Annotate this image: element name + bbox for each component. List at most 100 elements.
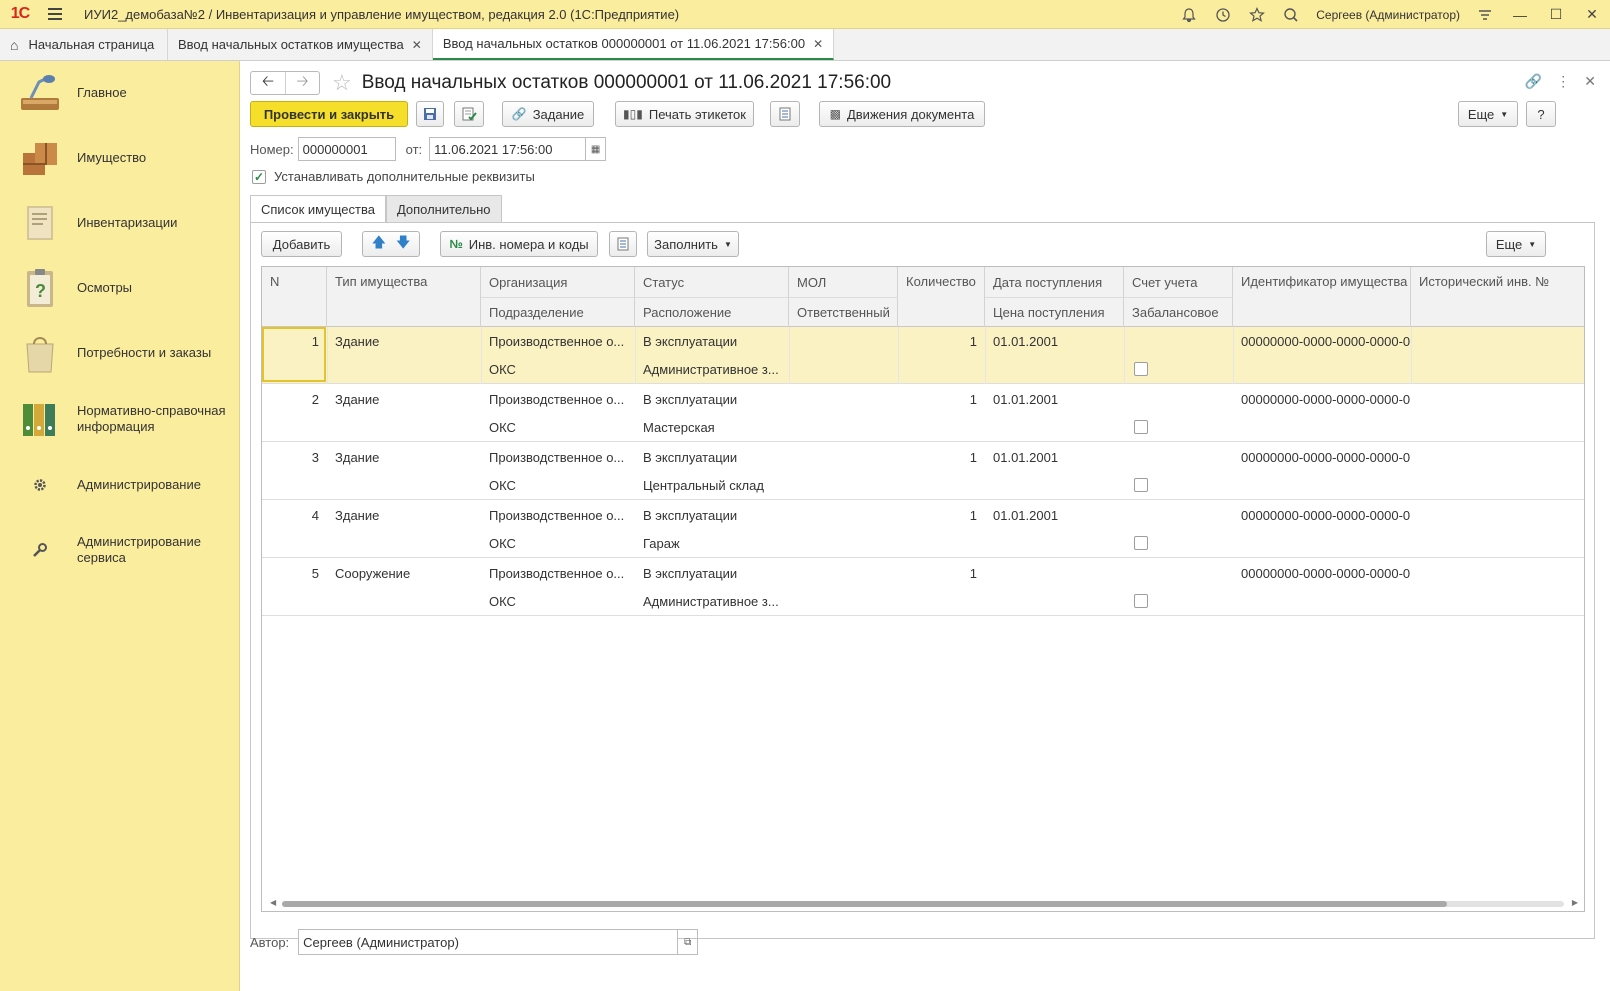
column-header-type[interactable]: Тип имущества <box>327 267 481 327</box>
column-header-quantity[interactable]: Количество <box>898 267 985 327</box>
column-header-status[interactable]: Статус <box>635 267 789 297</box>
additional-attributes-checkbox-row: ✓ Устанавливать дополнительные реквизиты <box>252 169 535 184</box>
post-button[interactable] <box>454 101 484 127</box>
column-header-n[interactable]: N <box>262 267 327 327</box>
forward-arrow-icon[interactable]: 🡢 <box>285 72 319 94</box>
author-field[interactable]: Сергеев (Администратор) <box>298 929 679 955</box>
tab-initial-balances-document[interactable]: Ввод начальных остатков 000000001 от 11.… <box>432 29 835 60</box>
cell-status: В эксплуатации <box>643 565 738 581</box>
document-movements-button[interactable]: ▩ Движения документа <box>819 101 985 127</box>
open-icon[interactable]: ⧉ <box>678 929 699 955</box>
fill-label: Заполнить <box>654 236 718 252</box>
move-up-icon[interactable]: 🡅 <box>372 232 386 256</box>
tab-additional[interactable]: Дополнительно <box>385 195 502 223</box>
print-labels-button[interactable]: ▮▯▮ Печать этикеток <box>615 101 754 127</box>
sidebar-item-administration[interactable]: Администрирование <box>0 461 240 509</box>
history-icon[interactable] <box>1206 0 1240 29</box>
move-down-icon[interactable]: 🡇 <box>396 232 410 256</box>
column-header-historical-inv[interactable]: Исторический инв. № <box>1411 267 1584 327</box>
off-balance-checkbox[interactable] <box>1134 536 1148 550</box>
sidebar-item-label: Главное <box>77 85 127 100</box>
cell-department: ОКС <box>489 477 516 493</box>
cell-status: В эксплуатации <box>643 449 738 465</box>
inventory-numbers-button[interactable]: № Инв. номера и коды <box>440 231 598 257</box>
cell-n: 4 <box>311 507 319 523</box>
column-header-receipt-date[interactable]: Дата поступления <box>985 267 1124 297</box>
table-report-button[interactable] <box>609 231 637 257</box>
sidebar-item-reference-info[interactable]: Нормативно-справочная информация <box>0 395 240 443</box>
settings-menu-icon[interactable] <box>1468 0 1502 29</box>
list-report-icon <box>779 107 791 121</box>
table-row[interactable]: 1 Здание Производственное о... В эксплуа… <box>262 327 1584 384</box>
link-icon[interactable]: 🔗 <box>1525 73 1542 90</box>
help-button[interactable]: ? <box>1526 101 1556 127</box>
table-row[interactable]: 5 Сооружение Производственное о... В экс… <box>262 559 1584 616</box>
table-header: N Тип имущества Организация Подразделени… <box>262 267 1584 327</box>
tab-home[interactable]: ⌂ Начальная страница <box>0 29 168 60</box>
sidebar-item-service-administration[interactable]: Администрирование сервиса <box>0 526 240 574</box>
scroll-right-icon[interactable]: ▶ <box>1572 898 1578 907</box>
report-list-button[interactable] <box>770 101 800 127</box>
post-document-icon <box>462 107 477 121</box>
sections-panel: Главное Имущество Инвентаризации ? Осмот… <box>0 61 240 991</box>
save-button[interactable] <box>416 101 444 127</box>
off-balance-checkbox[interactable] <box>1134 478 1148 492</box>
off-balance-checkbox[interactable] <box>1134 594 1148 608</box>
task-button[interactable]: 🔗 Задание <box>502 101 594 127</box>
cell-n: 5 <box>311 565 319 581</box>
close-tab-icon[interactable]: ✕ <box>813 37 823 51</box>
notifications-bell-icon[interactable] <box>1172 0 1206 29</box>
table-more-button[interactable]: Еще ▼ <box>1486 231 1546 257</box>
fill-button[interactable]: Заполнить ▼ <box>647 231 739 257</box>
off-balance-checkbox[interactable] <box>1134 420 1148 434</box>
tab-property-list[interactable]: Список имущества <box>250 195 386 223</box>
scroll-thumb[interactable] <box>282 901 1447 907</box>
sidebar-item-main[interactable]: Главное <box>0 69 240 117</box>
column-header-receipt-price[interactable]: Цена поступления <box>985 297 1124 327</box>
tab-initial-balances-list[interactable]: Ввод начальных остатков имущества ✕ <box>168 29 433 60</box>
close-form-icon[interactable]: ✕ <box>1584 73 1596 90</box>
sidebar-item-needs-orders[interactable]: Потребности и заказы <box>0 329 240 377</box>
horizontal-scrollbar[interactable]: ◀ ▶ <box>262 895 1584 911</box>
add-row-button[interactable]: Добавить <box>261 231 342 257</box>
column-header-location[interactable]: Расположение <box>635 297 789 327</box>
table-command-bar: Добавить 🡅 🡇 № Инв. номера и коды Заполни… <box>261 231 1586 259</box>
table-row[interactable]: 2 Здание Производственное о... В эксплуа… <box>262 385 1584 442</box>
date-field[interactable]: 11.06.2021 17:56:00 <box>429 137 587 161</box>
sidebar-item-inventories[interactable]: Инвентаризации <box>0 199 240 247</box>
more-label: Еще <box>1467 106 1495 122</box>
scroll-left-icon[interactable]: ◀ <box>270 898 276 907</box>
table-row[interactable]: 4 Здание Производственное о... В эксплуа… <box>262 501 1584 558</box>
close-window-icon[interactable]: ✕ <box>1574 0 1610 29</box>
column-header-property-id[interactable]: Идентификатор имущества <box>1233 267 1411 327</box>
off-balance-checkbox[interactable] <box>1134 362 1148 376</box>
back-arrow-icon[interactable]: 🡠 <box>251 72 285 94</box>
sidebar-item-property[interactable]: Имущество <box>0 134 240 182</box>
more-vertical-icon[interactable]: ⋮ <box>1556 73 1570 90</box>
column-header-department[interactable]: Подразделение <box>481 297 635 327</box>
search-icon[interactable] <box>1274 0 1308 29</box>
author-row: Автор: Сергеев (Администратор) ⧉ <box>250 929 699 955</box>
favorites-star-icon[interactable] <box>1240 0 1274 29</box>
column-header-responsible[interactable]: Ответственный <box>789 297 898 327</box>
cell-n: 1 <box>311 333 319 349</box>
move-row-buttons: 🡅 🡇 <box>362 231 420 257</box>
page-title: Ввод начальных остатков 000000001 от 11.… <box>361 72 892 93</box>
table-row[interactable]: 3 Здание Производственное о... В эксплуа… <box>262 443 1584 500</box>
sidebar-item-inspections[interactable]: ? Осмотры <box>0 264 240 312</box>
favorite-star-icon[interactable]: ☆ <box>332 70 352 96</box>
additional-attributes-checkbox[interactable]: ✓ <box>252 169 266 184</box>
number-field[interactable]: 000000001 <box>297 137 396 161</box>
current-user[interactable]: Сергеев (Администратор) <box>1308 8 1468 22</box>
maximize-icon[interactable]: ☐ <box>1538 0 1574 29</box>
post-and-close-button[interactable]: Провести и закрыть <box>250 101 408 127</box>
minimize-icon[interactable]: — <box>1502 0 1538 29</box>
more-button[interactable]: Еще ▼ <box>1458 101 1518 127</box>
column-header-account[interactable]: Счет учета <box>1124 267 1233 297</box>
column-header-organization[interactable]: Организация <box>481 267 635 297</box>
column-header-mol[interactable]: МОЛ <box>789 267 898 297</box>
column-header-off-balance[interactable]: Забалансовое <box>1124 297 1233 327</box>
calendar-icon[interactable]: ▦ <box>586 137 607 161</box>
main-menu-button[interactable] <box>40 0 70 29</box>
close-tab-icon[interactable]: ✕ <box>412 38 422 52</box>
